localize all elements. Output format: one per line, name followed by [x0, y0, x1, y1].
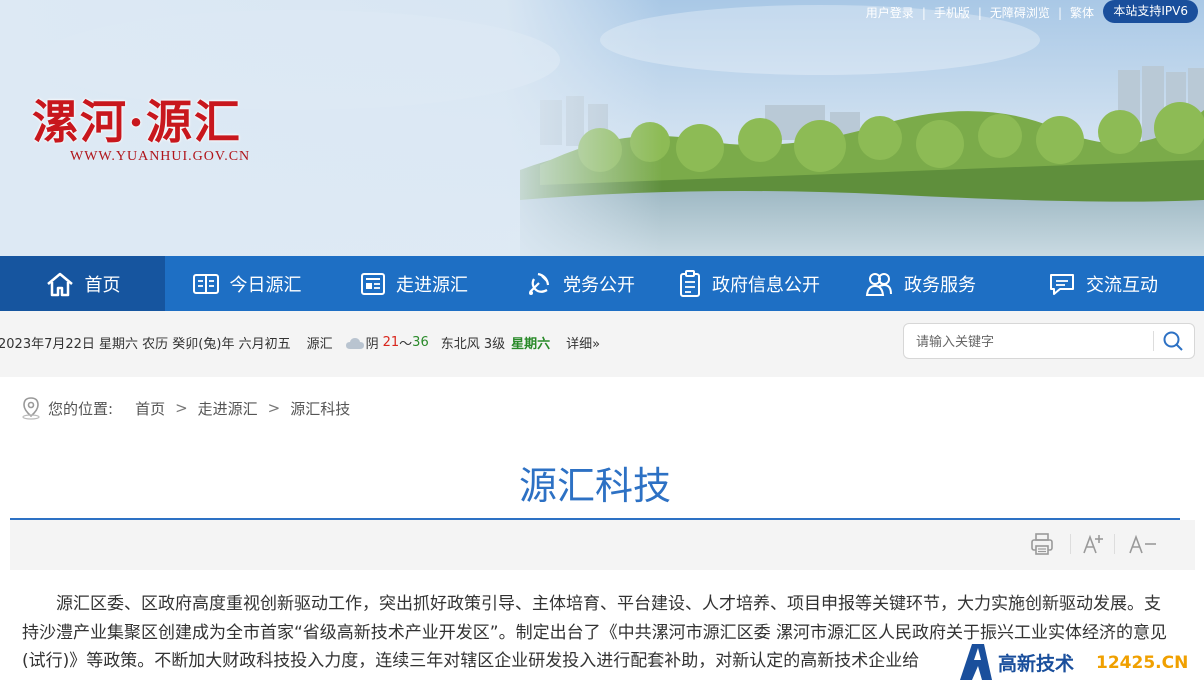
weekday-text: 星期六	[511, 337, 551, 352]
newspaper-icon	[361, 272, 385, 295]
watermark-brand: 高新技术	[998, 652, 1074, 675]
nav-label: 走进源汇	[396, 274, 468, 296]
article-title: 源汇科技	[518, 464, 671, 508]
temp-low: 36	[412, 335, 429, 350]
wind-text: 东北风 3级	[440, 337, 506, 352]
accessibility-link[interactable]: 无障碍浏览	[990, 4, 1050, 21]
party-emblem-icon	[529, 272, 550, 295]
info-bar: 2023年7月22日 星期六 农历 癸卯(兔)年 六月初五 源汇 阴 21 ～ …	[0, 311, 1204, 377]
main-nav: 首页 今日源汇 走进源汇 党务公开 政府信息公开 政务服务 交流互动	[0, 256, 1204, 311]
weather-detail-link[interactable]: 详细»	[566, 333, 600, 352]
location-pin-icon	[22, 397, 40, 420]
nav-label: 今日源汇	[229, 274, 302, 296]
temp-separator: ～	[399, 337, 413, 352]
nav-label: 政府信息公开	[712, 274, 820, 296]
search-icon	[1163, 331, 1183, 351]
header-banner: 用户登录 | 手机版 | 无障碍浏览 | 繁体 本站支持IPV6 漯河·源汇 W…	[0, 0, 1204, 256]
breadcrumb-enter-yuanhui[interactable]: 走进源汇	[198, 398, 258, 419]
article-toolbar	[10, 520, 1195, 570]
nav-gov-info-disclosure[interactable]: 政府信息公开	[660, 256, 838, 311]
print-icon	[1031, 533, 1053, 555]
traditional-chinese-link[interactable]: 繁体	[1070, 4, 1094, 21]
nav-label: 交流互动	[1086, 274, 1158, 296]
nav-label: 首页	[84, 274, 121, 296]
nav-home[interactable]: 首页	[0, 256, 165, 311]
toolbar-divider	[1070, 534, 1071, 554]
cloud-icon	[345, 337, 364, 349]
search-divider	[1153, 331, 1154, 351]
search-input[interactable]	[914, 324, 1148, 360]
date-weather: 2023年7月22日 星期六 农历 癸卯(兔)年 六月初五 源汇 阴 21 ～ …	[0, 333, 606, 352]
nav-label: 政务服务	[904, 274, 976, 296]
print-button[interactable]	[1030, 532, 1054, 560]
login-link[interactable]: 用户登录	[866, 4, 914, 21]
nav-enter-yuanhui[interactable]: 走进源汇	[328, 256, 500, 311]
watermark-emblem-icon: 高新技术 12425.CN	[960, 644, 1188, 680]
separator: |	[977, 5, 982, 20]
chat-icon	[1050, 273, 1074, 295]
search-button[interactable]	[1162, 330, 1188, 352]
weather-text: 阴	[365, 337, 379, 352]
date-text: 2023年7月22日 星期六 农历 癸卯(兔)年 六月初五	[0, 337, 291, 352]
breadcrumb-current[interactable]: 源汇科技	[290, 398, 350, 419]
nav-gov-services[interactable]: 政务服务	[838, 256, 1002, 311]
breadcrumb-separator: >	[175, 399, 188, 417]
nav-interaction[interactable]: 交流互动	[1002, 256, 1204, 311]
city-name: 源汇	[306, 337, 333, 352]
font-increase-icon	[1083, 534, 1103, 554]
breadcrumb-separator: >	[267, 399, 281, 417]
font-increase-button[interactable]	[1082, 532, 1104, 560]
site-logo-url: WWW.YUANHUI.GOV.CN	[70, 149, 251, 164]
breadcrumb-label: 您的位置:	[48, 399, 114, 418]
breadcrumb: 您的位置: 首页 > 走进源汇 > 源汇科技	[20, 396, 350, 420]
nav-party-affairs[interactable]: 党务公开	[500, 256, 660, 311]
document-list-icon	[680, 269, 700, 297]
home-icon	[46, 272, 73, 296]
font-decrease-icon	[1129, 534, 1156, 554]
separator: |	[921, 5, 926, 20]
top-links: 用户登录 | 手机版 | 无障碍浏览 | 繁体	[866, 4, 1094, 21]
nav-today-yuanhui[interactable]: 今日源汇	[165, 256, 328, 311]
site-logo-title[interactable]: 漯河·源汇	[32, 86, 242, 152]
watermark-site: 12425.CN	[1096, 653, 1188, 673]
toolbar-divider	[1114, 534, 1115, 554]
search-box	[903, 323, 1195, 360]
font-decrease-button[interactable]	[1128, 532, 1158, 560]
watermark-logo: 高新技术 12425.CN	[958, 640, 1204, 682]
nav-label: 党务公开	[563, 274, 635, 296]
breadcrumb-home[interactable]: 首页	[135, 398, 165, 419]
temp-high: 21	[382, 335, 400, 350]
separator: |	[1057, 5, 1062, 20]
book-icon	[192, 273, 219, 294]
people-icon	[865, 272, 892, 296]
ipv6-badge: 本站支持IPV6	[1103, 0, 1198, 23]
mobile-link[interactable]: 手机版	[934, 4, 970, 21]
